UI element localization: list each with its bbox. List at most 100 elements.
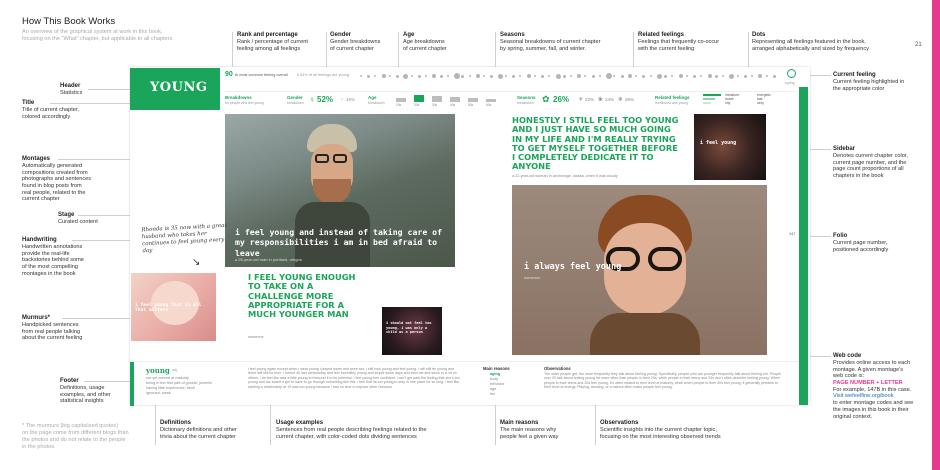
chapter-sidebar (799, 87, 808, 405)
related-bar-3 (703, 102, 711, 104)
annotation-header: Header Statistics (60, 83, 83, 96)
annotation-sidebar: Sidebar Denotes current chapter color, c… (833, 146, 908, 179)
annotation-dots: Dots Representing all feelings featured … (752, 32, 869, 52)
feeling-dot (497, 73, 503, 79)
leader-line (155, 405, 156, 445)
gender-sub: breakdown (287, 101, 304, 105)
feeling-dot (526, 74, 531, 78)
age-tick-label: 20s (414, 103, 420, 107)
leader-line (748, 32, 749, 67)
season-pct-summer: 22% (585, 97, 595, 102)
feeling-dot (410, 75, 413, 77)
rank-label: th most common feeling overall (235, 73, 288, 77)
feeling-dot (519, 75, 522, 77)
age-histogram: 10s 20s 30s 40s 50s 60s (396, 94, 506, 107)
murmur-quote-1-attr: a 22-year-old woman in anchorage, alaska… (512, 174, 618, 178)
feeling-dot (562, 74, 566, 78)
footer-def-4: ignorant; weak (146, 391, 171, 395)
feeling-dot (765, 75, 768, 77)
related-bar-2 (703, 98, 715, 100)
summer-icon: ☀ (578, 97, 584, 103)
related-sub: mentioned with young (655, 101, 688, 105)
annotation-folio: Folio Current page number, positioned ac… (833, 233, 889, 253)
feeling-dot (439, 74, 443, 78)
feeling-dot (454, 73, 461, 79)
feeling-dot (729, 73, 735, 79)
leader-line (595, 405, 596, 445)
feeling-dot (693, 74, 697, 78)
related-bar-1 (703, 94, 721, 96)
feeling-dot (388, 75, 391, 77)
leader-line (495, 405, 496, 445)
feeling-dot (468, 75, 471, 77)
age-bar (450, 97, 460, 102)
age-bar (468, 98, 478, 102)
feeling-dot (772, 74, 776, 78)
rank-percentage: 0.54% of all feelings are young (297, 73, 349, 77)
leader-line (58, 159, 130, 160)
montage-photo-boy: i always feel young someone (512, 185, 767, 355)
annotation-usage: Usage examples Sentences from real peopl… (276, 420, 427, 440)
feeling-dot (685, 75, 688, 77)
feeling-dot (649, 75, 652, 77)
page-title: How This Book Works (22, 16, 116, 27)
feeling-dot (722, 75, 725, 77)
age-tick-label: 50s (468, 103, 474, 107)
annotation-web-code: Web code Provides online access to each … (833, 353, 914, 420)
book-spread: 90 th most common feeling overall 0.54% … (130, 67, 810, 406)
annotation-handwriting: Handwriting Handwritten annotations prov… (22, 237, 84, 277)
montage-caption-3: i feel young (700, 140, 737, 146)
montage-caption-2: i always feel young (524, 262, 622, 272)
feeling-dot (548, 75, 551, 77)
feeling-dot (541, 74, 545, 78)
annotation-age: Age Age breakdowns of current chapter (403, 32, 447, 52)
montage-photo-hands: i feel young (694, 114, 766, 180)
spread-footer: young adj. not yet arrived at maturity b… (130, 361, 798, 406)
seasons-label: Seasons (517, 95, 536, 100)
feeling-dot (461, 74, 465, 78)
boy-figure (590, 195, 700, 355)
annotation-related: Related feelings Feelings that frequentl… (638, 32, 720, 52)
spring-label: spring (785, 81, 795, 85)
feeling-dot (417, 74, 421, 78)
murmur-quote-1: HONESTLY I STILL FEEL TOO YOUNG AND I JU… (512, 115, 679, 172)
season-pct-spring: 26% (553, 95, 570, 104)
montage-caption-1-attr: a 25-year-old man in portland, oregon (235, 257, 302, 262)
age-bar (432, 96, 442, 102)
feeling-dot (374, 75, 377, 77)
murmur-quote-2-attr: someone (248, 335, 264, 339)
chapter-title-block: YOUNG (130, 68, 220, 110)
feeling-dot (446, 75, 449, 77)
age-tick-label: 10s (396, 103, 402, 107)
leader-line (78, 215, 130, 216)
feeling-dot (512, 74, 516, 78)
leader-line (88, 89, 130, 90)
main-reasons-label: Main reasons (483, 366, 510, 371)
feeling-dot (635, 75, 638, 77)
age-bar (414, 95, 424, 102)
annotation-main-reasons: Main reasons The main reasons why people… (500, 420, 559, 440)
leader-line (232, 32, 233, 67)
feeling-dot (490, 74, 494, 78)
observations-label: Observations (544, 366, 571, 371)
feeling-dot (678, 74, 683, 78)
fall-icon: ❀ (598, 97, 604, 103)
feeling-dot (758, 74, 763, 78)
leader-line (72, 240, 130, 241)
breakdowns-label: Breakdowns (225, 95, 252, 100)
current-feeling-marker (787, 69, 796, 78)
gender-label: Gender (287, 95, 303, 100)
leader-line (84, 381, 130, 382)
age-sub: breakdown (368, 101, 385, 105)
feeling-dot (584, 75, 587, 77)
page-subtitle-1: An overview of the graphical system at w… (22, 29, 163, 35)
age-tick-label: 40s (450, 103, 456, 107)
age-bar (396, 98, 406, 102)
footer-green-strip (130, 362, 134, 406)
age-label: Age (368, 95, 377, 100)
murmur-quote-2: I FEEL YOUNG ENOUGH TO TAKE ON A CHALLEN… (248, 272, 356, 320)
montage-caption-1: i feel young and instead of taking care … (235, 227, 443, 258)
age-bar (486, 99, 496, 102)
season-pct-fall: 24% (605, 97, 615, 102)
page-edge-marker (932, 0, 940, 470)
